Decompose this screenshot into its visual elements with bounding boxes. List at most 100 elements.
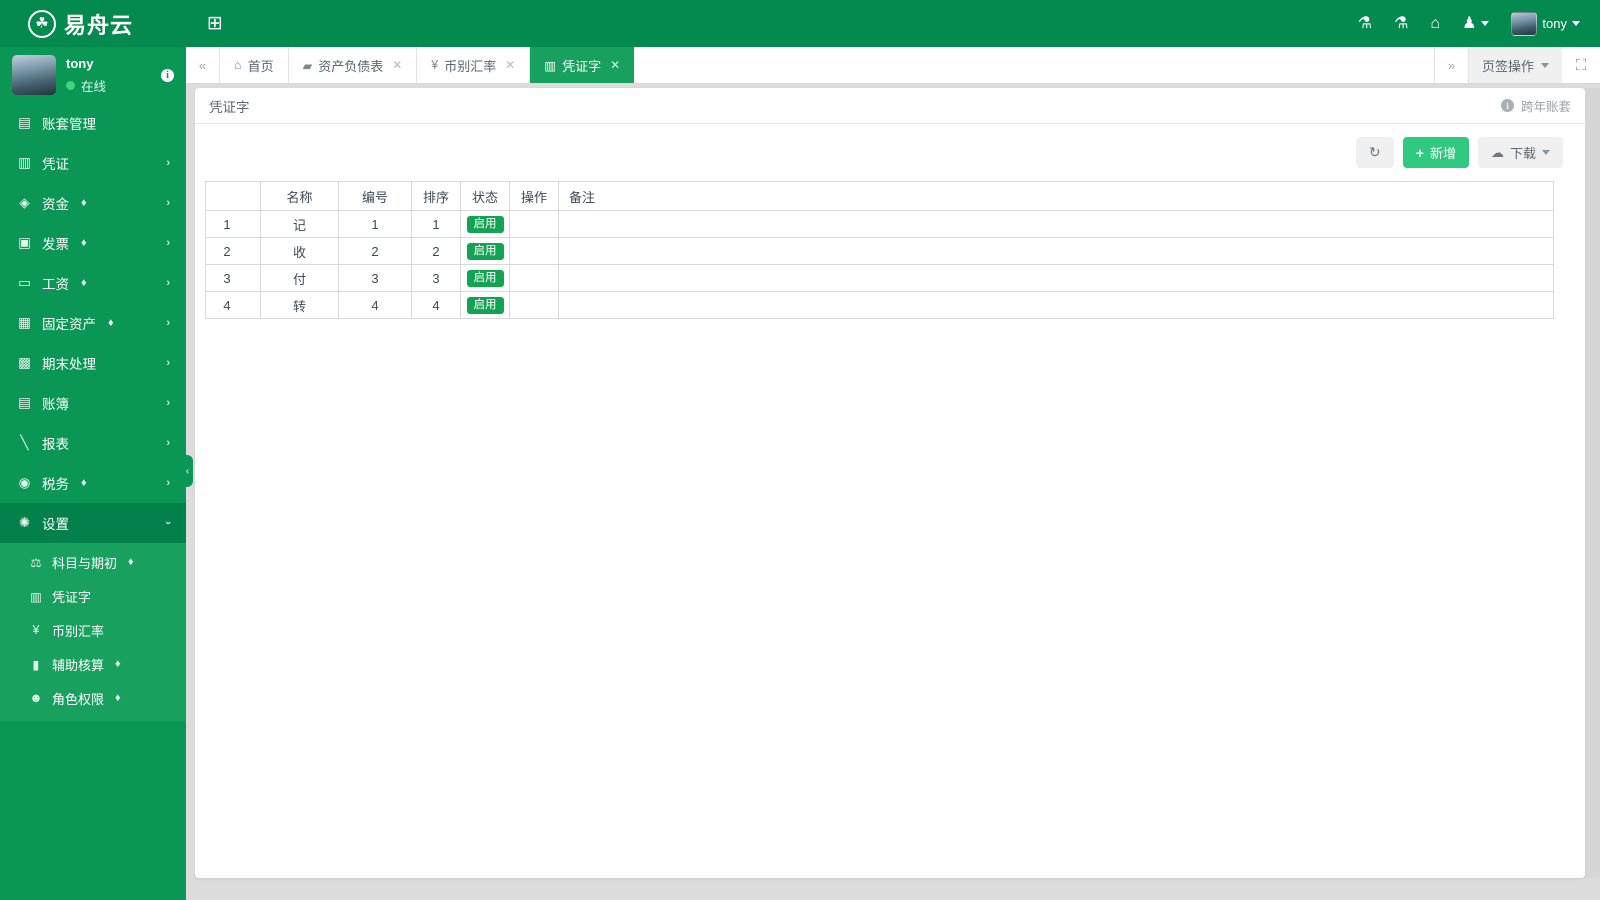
tab-label: 币别汇率 — [444, 58, 497, 74]
user-name: tony — [66, 55, 94, 71]
cell-action[interactable] — [509, 291, 559, 319]
sidebar-item-funds[interactable]: ◈ 资金 ♦ › — [0, 183, 186, 223]
chevron-down-icon — [1572, 21, 1580, 26]
cell-status: 启用 — [460, 210, 510, 238]
home-icon[interactable]: ⌂ — [1430, 15, 1440, 32]
users-icon: ☻ — [29, 691, 43, 705]
cell-name: 转 — [260, 291, 339, 319]
column-header-name[interactable]: 名称 — [260, 181, 339, 211]
cell-action[interactable] — [509, 237, 559, 265]
sidebar-collapse-handle[interactable]: ‹ — [182, 455, 193, 487]
status-badge[interactable]: 启用 — [466, 215, 504, 234]
cell-note — [558, 264, 1554, 292]
sidebar-item-period-close[interactable]: ▩ 期末处理 › — [0, 343, 186, 383]
sidebar-item-label: 固定资产 — [42, 317, 96, 332]
sidebar-user-card[interactable]: tony 在线 i — [0, 47, 186, 103]
download-button[interactable]: ☁ 下载 — [1477, 137, 1563, 168]
sidebar-item-subjects-opening[interactable]: ⚖ 科目与期初 ♦ — [0, 545, 186, 579]
sidebar-item-voucher-word[interactable]: ▥ 凭证字 — [0, 579, 186, 613]
cell-action[interactable] — [509, 210, 559, 238]
sidebar-item-ledger[interactable]: ▤ 账簿 › — [0, 383, 186, 423]
sidebar-item-label: 账套管理 — [42, 117, 96, 132]
tab-balance-sheet[interactable]: ▰ 资产负债表 ✕ — [289, 47, 418, 83]
chevron-down-icon — [1481, 21, 1490, 26]
sidebar-item-voucher[interactable]: ▥ 凭证 › — [0, 143, 186, 183]
status-badge[interactable]: 启用 — [466, 242, 504, 261]
column-header-code[interactable]: 编号 — [338, 181, 412, 211]
chevron-down-icon — [1541, 62, 1549, 68]
table-row[interactable]: 3 付 3 3 启用 — [205, 264, 1554, 292]
sidebar-item-payroll[interactable]: ▭ 工资 ♦ › — [0, 263, 186, 303]
book-icon: ▤ — [18, 115, 31, 131]
status-badge[interactable]: 启用 — [466, 296, 504, 315]
building-icon: ▦ — [18, 315, 31, 331]
gear-icon: ✺ — [18, 515, 31, 531]
bug-icon-2[interactable]: ⚗ — [1394, 15, 1408, 32]
sidebar-item-role-permissions[interactable]: ☻ 角色权限 ♦ — [0, 681, 186, 715]
sidebar-item-reports[interactable]: ╲ 报表 › — [0, 423, 186, 463]
payroll-card-icon: ▭ — [18, 275, 31, 291]
vip-diamond-icon: ♦ — [108, 317, 114, 329]
table-row[interactable]: 2 收 2 2 启用 — [205, 237, 1554, 265]
sidebar-item-label: 资金 — [42, 197, 69, 212]
cell-sort: 1 — [411, 210, 461, 238]
vip-diamond-icon: ♦ — [115, 692, 121, 704]
top-header: ☘ 易舟云 ⊞ ⚗ ⚗ ⌂ ♟ tony — [0, 0, 1600, 47]
sidebar-item-fixed-assets[interactable]: ▦ 固定资产 ♦ › — [0, 303, 186, 343]
chevron-right-icon: › — [166, 197, 170, 209]
info-icon[interactable]: i — [161, 68, 174, 82]
sidebar-item-currency-rate[interactable]: ¥ 币别汇率 — [0, 613, 186, 647]
cell-name: 记 — [260, 210, 339, 238]
status-badge[interactable]: 启用 — [466, 269, 504, 288]
chart-icon: ▰ — [302, 58, 313, 73]
sidebar-item-tax[interactable]: ◉ 税务 ♦ › — [0, 463, 186, 503]
cell-action[interactable] — [509, 264, 559, 292]
sidebar-item-label: 发票 — [42, 237, 69, 252]
panel-header: 凭证字 i 跨年账套 — [195, 88, 1585, 124]
add-button[interactable]: + 新增 — [1402, 137, 1469, 168]
close-icon[interactable]: ✕ — [610, 58, 620, 72]
cell-note — [558, 237, 1554, 265]
close-icon[interactable]: ✕ — [392, 58, 402, 72]
cell-code: 3 — [338, 264, 412, 292]
cross-year-note[interactable]: i 跨年账套 — [1500, 96, 1571, 115]
tab-home[interactable]: ⌂ 首页 — [220, 47, 289, 83]
voucher-icon: ▥ — [18, 155, 31, 171]
avatar — [1511, 11, 1538, 36]
table-row[interactable]: 4 转 4 4 启用 — [205, 291, 1554, 319]
tab-voucher-word[interactable]: ▥ 凭证字 ✕ — [530, 47, 635, 83]
fullscreen-icon[interactable]: ⛶ — [1562, 47, 1600, 83]
bug-icon-1[interactable]: ⚗ — [1358, 15, 1372, 32]
refresh-button[interactable]: ↻ — [1355, 137, 1394, 168]
tab-scroll-right-button[interactable]: » — [1433, 47, 1468, 83]
cloud-download-icon: ☁ — [1490, 144, 1504, 160]
column-header-sort[interactable]: 排序 — [411, 181, 461, 211]
column-header-index[interactable] — [205, 181, 261, 211]
vip-diamond-icon: ♦ — [81, 237, 87, 249]
chevron-right-icon: › — [166, 277, 170, 289]
table-row[interactable]: 1 记 1 1 启用 — [205, 210, 1554, 238]
tab-operations-dropdown[interactable]: 页签操作 — [1467, 47, 1562, 83]
cell-index: 2 — [205, 237, 261, 265]
tab-currency-rate[interactable]: ¥ 币别汇率 ✕ — [417, 47, 531, 83]
sidebar-item-settings[interactable]: ✺ 设置 › — [0, 503, 186, 543]
sidebar-item-invoice[interactable]: ▣ 发票 ♦ › — [0, 223, 186, 263]
sidebar-item-account-sets[interactable]: ▤ 账套管理 — [0, 103, 186, 143]
tab-scroll-left-button[interactable]: « — [186, 47, 220, 83]
column-header-note[interactable]: 备注 — [558, 181, 1554, 211]
chevron-right-icon: › — [166, 477, 170, 489]
sidebar: tony 在线 i ▤ 账套管理 ▥ 凭证 › ◈ 资金 ♦ › ▣ 发票 ♦ … — [0, 47, 186, 900]
avatar — [12, 55, 56, 95]
cell-code: 2 — [338, 237, 412, 265]
column-header-status[interactable]: 状态 — [460, 181, 510, 211]
column-header-action[interactable]: 操作 — [509, 181, 559, 211]
sidebar-item-auxiliary-accounting[interactable]: ▮ 辅助核算 ♦ — [0, 647, 186, 681]
brand[interactable]: ☘ 易舟云 — [0, 0, 186, 47]
user-switch-button[interactable]: ♟ — [1462, 15, 1490, 32]
vertical-scrollbar[interactable] — [1585, 88, 1600, 878]
grid-add-icon[interactable]: ⊞ — [202, 14, 228, 33]
home-icon: ⌂ — [234, 58, 242, 72]
close-icon[interactable]: ✕ — [505, 58, 515, 72]
user-menu[interactable]: tony — [1511, 11, 1580, 36]
tax-icon: ◉ — [18, 475, 31, 491]
